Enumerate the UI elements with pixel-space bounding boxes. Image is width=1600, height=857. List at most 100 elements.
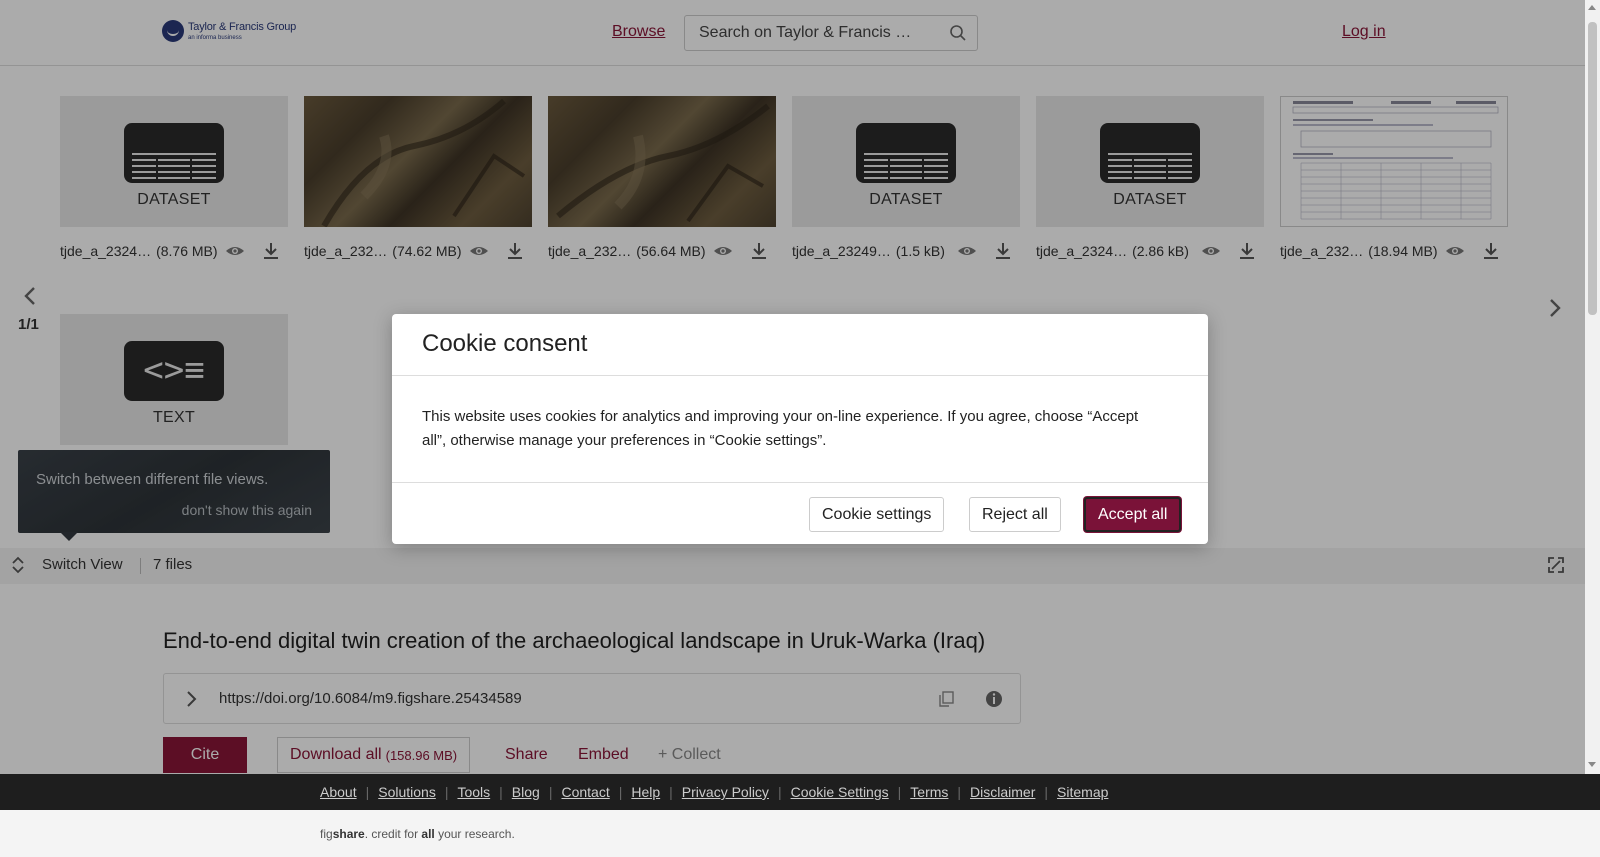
cookie-settings-button[interactable]: Cookie settings bbox=[809, 497, 945, 532]
preview-eye-icon[interactable] bbox=[1201, 241, 1221, 261]
file-size: (74.62 MB) bbox=[392, 243, 462, 259]
cite-button[interactable]: Cite bbox=[163, 737, 247, 773]
doi-box: https://doi.org/10.6084/m9.figshare.2543… bbox=[163, 673, 1021, 724]
switch-view-tooltip: Switch between different file views. don… bbox=[18, 450, 330, 541]
code-icon: <>≡ bbox=[124, 341, 224, 401]
footer-bottom: figshare. credit for all your research. bbox=[0, 810, 1600, 857]
scroll-down-arrow-icon[interactable] bbox=[1588, 762, 1596, 767]
download-icon[interactable] bbox=[1237, 241, 1257, 261]
preview-eye-icon[interactable] bbox=[957, 241, 977, 261]
footer-link-blog[interactable]: Blog bbox=[512, 784, 540, 800]
dont-show-again-link[interactable]: don't show this again bbox=[182, 502, 312, 518]
login-link[interactable]: Log in bbox=[1342, 23, 1386, 41]
footer-links: About | Solutions | Tools | Blog | Contact | … bbox=[320, 784, 1109, 800]
divider bbox=[392, 375, 1208, 376]
tooltip-text: Switch between different file views. bbox=[36, 471, 269, 488]
footer-links-bar: About | Solutions | Tools | Blog | Contact | … bbox=[0, 774, 1600, 810]
file-meta-2: tjde_a_232… (74.62 MB) bbox=[304, 241, 462, 261]
file-meta-4: tjde_a_23249… (1.5 kB) bbox=[792, 241, 945, 261]
footer-link-cookie-settings[interactable]: Cookie Settings bbox=[791, 784, 889, 800]
download-icon[interactable] bbox=[749, 241, 769, 261]
file-name: tjde_a_2324… bbox=[60, 243, 152, 259]
file-size: (18.94 MB) bbox=[1368, 243, 1438, 259]
search-icon[interactable] bbox=[949, 24, 967, 42]
switch-view-button[interactable]: Switch View bbox=[42, 556, 123, 573]
file-thumb-3[interactable] bbox=[548, 96, 776, 227]
file-thumb-5[interactable]: DATASET bbox=[1036, 96, 1264, 227]
switch-view-bar: Switch View 7 files bbox=[0, 548, 1585, 584]
copy-icon[interactable] bbox=[937, 690, 955, 708]
footer-link-about[interactable]: About bbox=[320, 784, 357, 800]
page-scrollbar[interactable] bbox=[1585, 0, 1600, 774]
file-thumb-7[interactable]: <>≡ TEXT bbox=[60, 314, 288, 445]
footer-link-tools[interactable]: Tools bbox=[457, 784, 490, 800]
taylor-francis-logo[interactable]: Taylor & Francis Group an informa busine… bbox=[162, 20, 296, 42]
reject-all-button[interactable]: Reject all bbox=[969, 497, 1061, 532]
download-icon[interactable] bbox=[505, 241, 525, 261]
dataset-icon bbox=[124, 123, 224, 183]
fullscreen-icon[interactable] bbox=[1547, 556, 1565, 574]
page-indicator: 1/1 bbox=[18, 316, 39, 333]
download-all-button[interactable]: Download all (158.96 MB) bbox=[277, 737, 471, 773]
chevron-right-icon[interactable] bbox=[182, 689, 200, 709]
thumb-kind-label: DATASET bbox=[1113, 191, 1187, 208]
file-size: (2.86 kB) bbox=[1132, 243, 1189, 259]
file-meta-5: tjde_a_2324… (2.86 kB) bbox=[1036, 241, 1189, 261]
cookie-consent-dialog: Cookie consent This website uses cookies… bbox=[392, 314, 1208, 544]
embed-link[interactable]: Embed bbox=[578, 746, 629, 764]
search-input[interactable] bbox=[699, 24, 929, 42]
download-icon[interactable] bbox=[261, 241, 281, 261]
chevron-right-icon[interactable] bbox=[1547, 298, 1563, 318]
file-name: tjde_a_23249… bbox=[792, 243, 891, 259]
chevron-left-icon[interactable] bbox=[22, 286, 38, 306]
file-size: (56.64 MB) bbox=[636, 243, 706, 259]
file-thumb-6[interactable] bbox=[1280, 96, 1508, 227]
preview-eye-icon[interactable] bbox=[713, 241, 733, 261]
file-name: tjde_a_232… bbox=[1280, 243, 1364, 259]
info-icon[interactable] bbox=[984, 689, 1004, 709]
document-preview bbox=[1292, 101, 1499, 220]
divider bbox=[140, 558, 141, 574]
footer-link-contact[interactable]: Contact bbox=[561, 784, 609, 800]
thumb-kind-label: DATASET bbox=[869, 191, 943, 208]
thumb-kind-label: TEXT bbox=[152, 409, 196, 426]
dataset-icon bbox=[856, 123, 956, 183]
download-all-size: (158.96 MB) bbox=[385, 747, 458, 763]
scroll-thumb[interactable] bbox=[1588, 22, 1597, 315]
accept-all-button[interactable]: Accept all bbox=[1084, 497, 1182, 532]
file-thumb-2[interactable] bbox=[304, 96, 532, 227]
file-size: (1.5 kB) bbox=[895, 243, 945, 259]
cookie-consent-title: Cookie consent bbox=[422, 330, 588, 357]
cookie-consent-text: This website uses cookies for analytics … bbox=[422, 408, 1139, 449]
file-meta-3: tjde_a_232… (56.64 MB) bbox=[548, 241, 706, 261]
switch-view-icon[interactable] bbox=[10, 556, 26, 574]
logo-sub-text: an informa business bbox=[188, 34, 242, 41]
file-size: (8.76 MB) bbox=[156, 243, 218, 259]
aerial-image bbox=[321, 98, 526, 227]
scroll-up-arrow-icon[interactable] bbox=[1588, 5, 1596, 10]
page-title: End-to-end digital twin creation of the … bbox=[163, 628, 986, 653]
files-count: 7 files bbox=[153, 556, 193, 573]
file-name: tjde_a_232… bbox=[548, 243, 632, 259]
figshare-tagline: figshare. credit for all your research. bbox=[320, 827, 515, 841]
file-name: tjde_a_2324… bbox=[1036, 243, 1128, 259]
footer-link-help[interactable]: Help bbox=[631, 784, 660, 800]
footer-link-terms[interactable]: Terms bbox=[910, 784, 948, 800]
collect-link[interactable]: + Collect bbox=[658, 746, 721, 764]
divider bbox=[392, 482, 1208, 483]
download-icon[interactable] bbox=[1481, 241, 1501, 261]
browse-link[interactable]: Browse bbox=[612, 23, 665, 41]
footer-link-solutions[interactable]: Solutions bbox=[378, 784, 436, 800]
preview-eye-icon[interactable] bbox=[225, 241, 245, 261]
footer-link-privacy-policy[interactable]: Privacy Policy bbox=[682, 784, 769, 800]
download-icon[interactable] bbox=[993, 241, 1013, 261]
footer-link-sitemap[interactable]: Sitemap bbox=[1057, 784, 1108, 800]
file-thumb-4[interactable]: DATASET bbox=[792, 96, 1020, 227]
doi-link[interactable]: https://doi.org/10.6084/m9.figshare.2543… bbox=[219, 690, 522, 707]
ship-logo-icon bbox=[162, 20, 184, 42]
file-thumb-1[interactable]: DATASET bbox=[60, 96, 288, 227]
preview-eye-icon[interactable] bbox=[1445, 241, 1465, 261]
preview-eye-icon[interactable] bbox=[469, 241, 489, 261]
share-link[interactable]: Share bbox=[505, 746, 548, 764]
footer-link-disclaimer[interactable]: Disclaimer bbox=[970, 784, 1035, 800]
